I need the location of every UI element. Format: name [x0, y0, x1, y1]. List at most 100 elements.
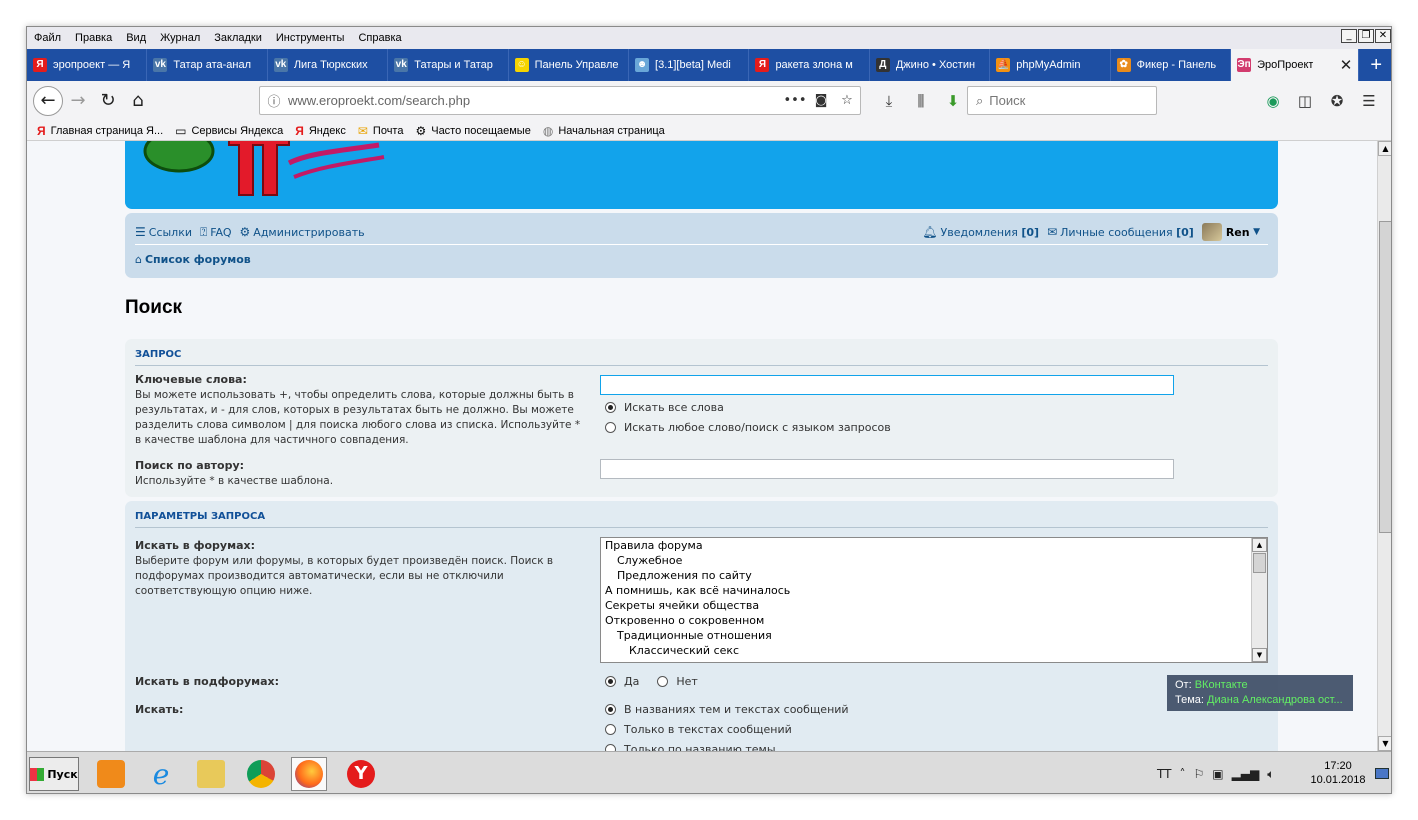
search-input[interactable]: ⌕ Поиск	[967, 86, 1157, 115]
admin-link[interactable]: ⚙ Администрировать	[240, 225, 365, 239]
url-text[interactable]: www.eroproekt.com/search.php	[288, 93, 782, 108]
radio-subforums-no[interactable]	[657, 676, 669, 687]
new-tab-button[interactable]: +	[1359, 49, 1391, 81]
forum-option[interactable]: А помнишь, как всё начиналось	[601, 583, 1267, 598]
menu-file[interactable]: Файл	[27, 32, 68, 44]
scroll-down-arrow-icon[interactable]: ▼	[1252, 648, 1267, 662]
tab-10[interactable]: Эп ЭроПроект ✕	[1231, 49, 1360, 81]
back-button[interactable]: ←	[33, 86, 63, 116]
sidebar-icon[interactable]: ◫	[1289, 92, 1321, 110]
page-scrollbar[interactable]: ▲ ▼	[1377, 141, 1391, 751]
forum-option[interactable]: Откровенно о сокровенном	[601, 613, 1267, 628]
taskbar-media-player[interactable]	[93, 757, 129, 791]
listbox-scrollbar[interactable]: ▲ ▼	[1251, 538, 1267, 662]
radio-all-words[interactable]: Искать все слова	[605, 401, 724, 414]
radio-titles-and-texts[interactable]: В названиях тем и текстах сообщений	[605, 703, 849, 716]
forum-option[interactable]: Секреты ячейки общества	[601, 598, 1267, 613]
radio-button-checked[interactable]	[605, 402, 616, 413]
taskbar-chrome[interactable]	[243, 757, 279, 791]
author-input[interactable]	[600, 459, 1174, 479]
pocket-icon[interactable]: ◙	[808, 93, 834, 108]
colors-extension-icon[interactable]: ✪	[1321, 92, 1353, 110]
links-menu[interactable]: ☰ Ссылки	[135, 225, 192, 239]
radio-any-word[interactable]: Искать любое слово/поиск с языком запрос…	[605, 421, 891, 434]
scroll-up-arrow-icon[interactable]: ▲	[1252, 538, 1267, 552]
forum-option[interactable]: Классический секс	[601, 643, 1267, 658]
tab-close-icon[interactable]: ✕	[1340, 56, 1353, 74]
close-window-button[interactable]: ✕	[1375, 29, 1391, 43]
forum-option[interactable]: Предложения по сайту	[601, 568, 1267, 583]
radio-subforums-yes[interactable]	[605, 676, 616, 687]
forums-listbox[interactable]: Правила форума Служебное Предложения по са…	[600, 537, 1268, 663]
scroll-thumb[interactable]	[1253, 553, 1266, 573]
download-icon[interactable]: ⤓	[873, 92, 905, 110]
network-icon[interactable]: ▂▄▆	[1232, 767, 1260, 781]
bookmark-mail[interactable]: ✉ Почта	[358, 124, 404, 138]
menu-view[interactable]: Вид	[119, 32, 153, 44]
taskbar-yandex-browser[interactable]: Y	[343, 757, 379, 791]
radio-texts-only[interactable]: Только в текстах сообщений	[605, 723, 792, 736]
tab-7[interactable]: Д Джино • Хостин	[870, 49, 991, 81]
menu-help[interactable]: Справка	[351, 32, 408, 44]
taskbar-internet-explorer[interactable]: e	[143, 757, 179, 791]
mail-notification-popup[interactable]: От: ВКонтакте Тема: Диана Александрова о…	[1167, 675, 1353, 711]
page-actions-icon[interactable]: •••	[782, 93, 808, 108]
scroll-thumb[interactable]	[1379, 221, 1391, 533]
bookmark-most-visited[interactable]: ⚙ Часто посещаемые	[415, 124, 530, 138]
home-button[interactable]: ⌂	[123, 86, 153, 116]
eye-extension-icon[interactable]: ◉	[1257, 92, 1289, 110]
address-bar[interactable]: ⓘ www.eroproekt.com/search.php ••• ◙ ☆	[259, 86, 861, 115]
forum-option[interactable]: Правила форума	[601, 538, 1267, 553]
tab-8[interactable]: ⛵ phpMyAdmin	[990, 49, 1111, 81]
tab-3[interactable]: vk Татары и Татар	[388, 49, 509, 81]
scroll-up-arrow-icon[interactable]: ▲	[1378, 141, 1391, 156]
taskbar-clock[interactable]: 17:20 10.01.2018	[1303, 759, 1373, 787]
breadcrumb-forum-list[interactable]: Список форумов	[145, 253, 251, 266]
library-icon[interactable]: ⫼	[905, 92, 937, 110]
action-center-flag-icon[interactable]: ⚐	[1193, 767, 1204, 781]
bookmark-yandex[interactable]: Я Яндекс	[295, 124, 346, 138]
show-desktop-button[interactable]	[1375, 768, 1389, 779]
tab-4[interactable]: ☺ Панель Управле	[509, 49, 630, 81]
minimize-button[interactable]: _	[1341, 29, 1357, 43]
forward-button[interactable]: →	[63, 86, 93, 116]
tab-5[interactable]: ☻ [3.1][beta] Medi	[629, 49, 750, 81]
tab-2[interactable]: vk Лига Тюркских	[268, 49, 389, 81]
hamburger-menu-icon[interactable]: ☰	[1353, 92, 1385, 110]
radio-button-checked[interactable]	[605, 704, 616, 715]
taskbar-firefox[interactable]	[291, 757, 327, 791]
bookmark-yandex-services[interactable]: ▭ Сервисы Яндекса	[175, 124, 283, 138]
language-indicator[interactable]: TT	[1157, 767, 1171, 781]
radio-titles-only[interactable]: Только по названию темы	[605, 743, 776, 751]
keywords-input[interactable]	[600, 375, 1174, 395]
bookmark-yandex-home[interactable]: Я Главная страница Я...	[37, 124, 163, 138]
show-hidden-icons-icon[interactable]: ˄	[1179, 767, 1185, 781]
menu-history[interactable]: Журнал	[153, 32, 207, 44]
user-menu[interactable]: Ren ▼	[1201, 223, 1260, 241]
info-icon[interactable]: ⓘ	[260, 91, 288, 110]
bookmark-start-page[interactable]: ◍ Начальная страница	[543, 124, 665, 138]
taskbar-explorer[interactable]	[193, 757, 229, 791]
menu-tools[interactable]: Инструменты	[269, 32, 352, 44]
notifications-link[interactable]: 🔔︎ Уведомления [0]	[922, 225, 1039, 239]
tab-0[interactable]: Яэропроект — Я	[27, 49, 148, 81]
forum-option[interactable]: Традиционные отношения	[601, 628, 1267, 643]
forum-option[interactable]: Служебное	[601, 553, 1267, 568]
private-messages-link[interactable]: ✉ Личные сообщения [0]	[1047, 225, 1194, 239]
extension-download-icon[interactable]: ⬇	[937, 92, 969, 110]
faq-link[interactable]: ⍰ FAQ	[200, 225, 232, 240]
menu-bookmarks[interactable]: Закладки	[207, 32, 269, 44]
tab-1[interactable]: vk Татар ата-анал	[147, 49, 268, 81]
device-icon[interactable]: ▣	[1212, 767, 1223, 781]
scroll-down-arrow-icon[interactable]: ▼	[1378, 736, 1391, 751]
start-button[interactable]: Пуск	[29, 757, 79, 791]
radio-button[interactable]	[605, 724, 616, 735]
restore-button[interactable]: ❐	[1358, 29, 1374, 43]
radio-button[interactable]	[605, 744, 616, 751]
tab-6[interactable]: Яракета злона м	[749, 49, 870, 81]
tab-9[interactable]: ✿ Фикер - Панель	[1111, 49, 1232, 81]
menu-edit[interactable]: Правка	[68, 32, 119, 44]
reload-button[interactable]: ↻	[93, 86, 123, 116]
bookmark-star-icon[interactable]: ☆	[834, 93, 860, 108]
radio-button[interactable]	[605, 422, 616, 433]
